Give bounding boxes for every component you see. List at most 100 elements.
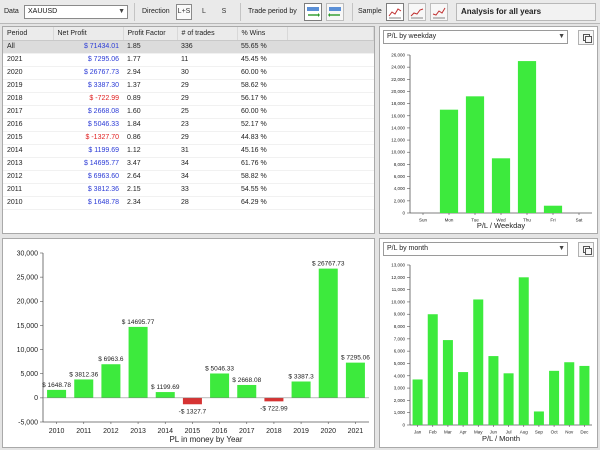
symbol-value: XAUUSD (28, 8, 58, 15)
cell-trades: 31 (177, 144, 237, 158)
data-label: $ 14695.77 (122, 319, 155, 326)
cell-net-profit: $ 1199.69 (53, 144, 123, 158)
data-label: -$ 1327.7 (179, 408, 207, 415)
bar (473, 299, 484, 425)
table-row[interactable]: 2013 $ 14695.77 3.47 34 61.76 % (3, 157, 374, 171)
sample-out-button[interactable] (430, 3, 448, 21)
column-header-profit-factor[interactable]: Profit Factor (123, 27, 178, 41)
table-row[interactable]: 2021 $ 7295.06 1.77 11 45.45 % (3, 53, 374, 67)
results-table: Period Net Profit Profit Factor # of tra… (3, 27, 374, 210)
bar (491, 158, 511, 213)
direction-long-short-button[interactable]: L+S (176, 4, 192, 20)
table-row[interactable]: 2012 $ 6963.60 2.64 34 58.82 % (3, 170, 374, 184)
y-tick-label: 3,000 (394, 386, 406, 391)
direction-long-button[interactable]: L (196, 4, 212, 20)
year-chart-panel: -5,000 0 5,000 10,000 15,000 20,000 25,000 30,0… (2, 238, 375, 448)
x-tick-label: Sep (535, 430, 544, 435)
table-row[interactable]: 2019 $ 3387.30 1.37 29 58.62 % (3, 79, 374, 93)
cell-period: 2020 (3, 66, 53, 80)
cell-filler (287, 40, 374, 54)
month-select-value: P/L by month (387, 245, 428, 252)
x-tick-label: Sun (419, 218, 428, 223)
cell-wins: 56.17 % (237, 92, 287, 106)
table-row[interactable]: 2020 $ 26767.73 2.94 30 60.00 % (3, 66, 374, 80)
table-row[interactable]: All $ 71434.01 1.85 336 55.65 % (3, 40, 374, 54)
y-tick-label: 4,000 (394, 373, 406, 378)
cell-net-profit: $ -1327.70 (53, 131, 123, 145)
x-tick-label: 2013 (130, 428, 146, 435)
cell-filler (287, 79, 374, 93)
copy-chart-button[interactable] (578, 242, 594, 257)
cell-net-profit: $ 71434.01 (53, 40, 123, 54)
month-select[interactable]: P/L by month ▼ (383, 242, 568, 256)
bar (345, 362, 365, 398)
period-close-time-button[interactable] (326, 3, 344, 21)
x-axis-title: P/L / Weekday (477, 221, 526, 230)
column-header-net-profit[interactable]: Net Profit (53, 27, 124, 41)
open-time-icon (307, 7, 320, 17)
cell-profit-factor: 1.84 (123, 118, 177, 132)
cell-net-profit: $ 14695.77 (53, 157, 123, 171)
table-row[interactable]: 2015 $ -1327.70 0.86 29 44.83 % (3, 131, 374, 145)
table-row[interactable]: 2017 $ 2668.08 1.60 25 60.00 % (3, 105, 374, 119)
cell-period: 2018 (3, 92, 53, 106)
data-label: $ 5046.33 (205, 365, 234, 372)
bar (579, 365, 590, 425)
y-tick-label: 26,000 (391, 53, 405, 58)
weekday-select[interactable]: P/L by weekday ▼ (383, 30, 568, 44)
bar (564, 362, 575, 425)
bar (47, 389, 67, 398)
period-open-time-button[interactable] (304, 3, 322, 21)
table-row[interactable]: 2010 $ 1648.78 2.34 28 64.29 % (3, 196, 374, 210)
column-header-period[interactable]: Period (3, 27, 54, 41)
cell-wins: 58.82 % (237, 170, 287, 184)
y-tick-label: 16,000 (391, 113, 405, 118)
cell-trades: 23 (177, 118, 237, 132)
cell-filler (287, 157, 374, 171)
bar (503, 373, 514, 425)
cell-wins: 54.55 % (237, 183, 287, 197)
copy-chart-button[interactable] (578, 30, 594, 45)
sample-all-icon (388, 8, 402, 19)
analysis-title: Analysis for all years (456, 3, 596, 21)
cell-filler (287, 105, 374, 119)
direction-short-button[interactable]: S (216, 4, 232, 20)
y-tick-label: -5,000 (18, 419, 38, 426)
table-row[interactable]: 2018 $ -722.99 0.89 29 56.17 % (3, 92, 374, 106)
y-tick-label: 10,000 (17, 347, 39, 354)
cell-wins: 45.45 % (237, 53, 287, 67)
weekday-chart: 0 2,000 4,000 6,000 8,000 10,000 12,000 14,000 1… (391, 53, 592, 230)
cell-period: 2014 (3, 144, 53, 158)
symbol-select[interactable]: XAUUSD ▼ (24, 5, 128, 19)
cell-trades: 34 (177, 157, 237, 171)
data-label: $ 2668.08 (232, 377, 261, 384)
x-tick-label: Mar (444, 430, 452, 435)
y-tick-label: 2,000 (394, 198, 406, 203)
x-tick-label: 2014 (157, 428, 173, 435)
table-row[interactable]: 2011 $ 3812.36 2.15 33 54.55 % (3, 183, 374, 197)
table-row[interactable]: 2016 $ 5046.33 1.84 23 52.17 % (3, 118, 374, 132)
y-tick-label: 6,000 (394, 174, 406, 179)
cell-trades: 29 (177, 131, 237, 145)
y-tick-label: 10,000 (391, 150, 405, 155)
cell-trades: 25 (177, 105, 237, 119)
bar (458, 372, 469, 425)
direction-label: Direction (142, 8, 170, 15)
sample-all-button[interactable] (386, 3, 404, 21)
results-table-panel: Period Net Profit Profit Factor # of tra… (2, 26, 375, 234)
y-tick-label: 6,000 (394, 349, 406, 354)
x-tick-label: Aug (520, 430, 529, 435)
cell-filler (287, 66, 374, 80)
bar (182, 397, 202, 405)
cell-filler (287, 196, 374, 210)
column-header-trades[interactable]: # of trades (177, 27, 238, 41)
data-label: $ 3812.36 (69, 371, 98, 378)
cell-period: 2021 (3, 53, 53, 67)
column-header-wins[interactable]: % Wins (237, 27, 288, 41)
sample-in-button[interactable] (408, 3, 426, 21)
table-row[interactable]: 2014 $ 1199.69 1.12 31 45.16 % (3, 144, 374, 158)
cell-trades: 28 (177, 196, 237, 210)
cell-wins: 44.83 % (237, 131, 287, 145)
copy-icon-front (585, 248, 592, 255)
cell-net-profit: $ 7295.06 (53, 53, 123, 67)
